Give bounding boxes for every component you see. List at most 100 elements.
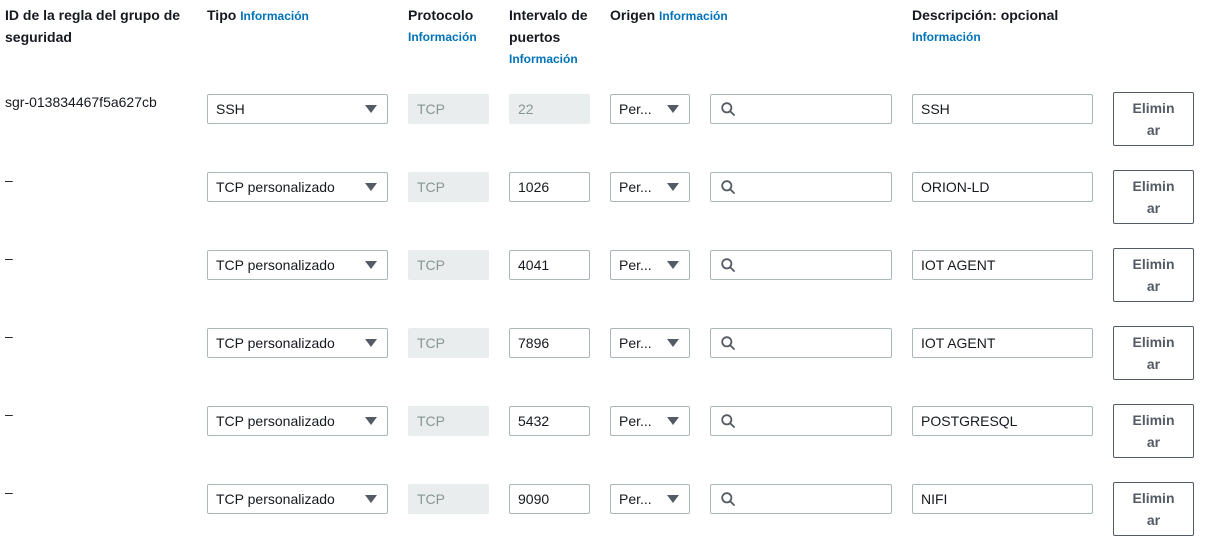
protocol-info-link[interactable]: Información — [408, 26, 498, 48]
source-info-link[interactable]: Información — [659, 9, 728, 23]
type-select-value: TCP personalizado — [216, 257, 335, 273]
type-select[interactable]: TCP personalizado — [207, 406, 388, 436]
rule-id: – — [5, 406, 13, 422]
protocol-value: TCP — [417, 491, 445, 507]
source-select[interactable]: Per... — [610, 250, 690, 280]
delete-rule-label: Eliminar — [1132, 334, 1175, 372]
source-select[interactable]: Per... — [610, 172, 690, 202]
table-row: – TCP personalizado TCP 4041 Per... IOT AGENT… — [0, 248, 1205, 304]
type-select-value: SSH — [216, 101, 245, 117]
search-icon — [721, 180, 735, 194]
search-icon — [721, 336, 735, 350]
description-input[interactable]: IOT AGENT — [912, 250, 1093, 280]
delete-rule-label: Eliminar — [1132, 256, 1175, 294]
header-source-label: Origen — [610, 7, 656, 23]
type-select[interactable]: TCP personalizado — [207, 328, 388, 358]
port-range-input: 22 — [509, 94, 590, 124]
chevron-down-icon — [365, 417, 377, 425]
rule-id: – — [5, 172, 13, 188]
header-port-range-label: Intervalo de puertos — [509, 7, 588, 45]
delete-rule-label: Eliminar — [1132, 100, 1175, 138]
delete-rule-label: Eliminar — [1132, 412, 1175, 450]
description-input[interactable]: IOT AGENT — [912, 328, 1093, 358]
port-range-input[interactable]: 5432 — [509, 406, 590, 436]
chevron-down-icon — [667, 417, 679, 425]
type-select[interactable]: TCP personalizado — [207, 484, 388, 514]
table-row: sgr-013834467f5a627cb SSH TCP 22 Per... SSH El… — [0, 92, 1205, 148]
chevron-down-icon — [667, 495, 679, 503]
search-icon — [721, 258, 735, 272]
port-range-value: 1026 — [518, 179, 550, 195]
chevron-down-icon — [667, 105, 679, 113]
header-protocol: Protocolo Información — [408, 4, 498, 48]
delete-rule-button[interactable]: Eliminar — [1113, 482, 1194, 536]
delete-rule-button[interactable]: Eliminar — [1113, 170, 1194, 224]
description-value: IOT AGENT — [921, 257, 996, 273]
description-input[interactable]: NIFI — [912, 484, 1093, 514]
protocol-field: TCP — [408, 250, 489, 280]
description-value: NIFI — [921, 491, 948, 507]
protocol-field: TCP — [408, 172, 489, 202]
source-select-value: Per... — [619, 257, 652, 273]
type-select-value: TCP personalizado — [216, 413, 335, 429]
header-rule-id: ID de la regla del grupo de seguridad — [5, 4, 190, 48]
description-input[interactable]: POSTGRESQL — [912, 406, 1093, 436]
chevron-down-icon — [667, 339, 679, 347]
delete-rule-button[interactable]: Eliminar — [1113, 326, 1194, 380]
type-select[interactable]: TCP personalizado — [207, 172, 388, 202]
source-select[interactable]: Per... — [610, 406, 690, 436]
rule-id: sgr-013834467f5a627cb — [5, 94, 157, 110]
source-search-input[interactable] — [710, 328, 892, 358]
source-select-value: Per... — [619, 335, 652, 351]
description-input[interactable]: ORION-LD — [912, 172, 1093, 202]
port-range-value: 9090 — [518, 491, 550, 507]
port-range-input[interactable]: 7896 — [509, 328, 590, 358]
protocol-value: TCP — [417, 413, 445, 429]
type-select-value: TCP personalizado — [216, 491, 335, 507]
source-select-value: Per... — [619, 413, 652, 429]
chevron-down-icon — [365, 495, 377, 503]
rule-id: – — [5, 328, 13, 344]
table-row: – TCP personalizado TCP 7896 Per... IOT AGENT… — [0, 326, 1205, 382]
search-icon — [721, 102, 735, 116]
type-select[interactable]: TCP personalizado — [207, 250, 388, 280]
source-search-input[interactable] — [710, 172, 892, 202]
source-select[interactable]: Per... — [610, 484, 690, 514]
description-input[interactable]: SSH — [912, 94, 1093, 124]
table-row: – TCP personalizado TCP 9090 Per... NIFI Elimi… — [0, 482, 1205, 538]
source-search-input[interactable] — [710, 94, 892, 124]
header-type: Tipo Información — [207, 4, 397, 27]
type-select-value: TCP personalizado — [216, 335, 335, 351]
source-select[interactable]: Per... — [610, 328, 690, 358]
source-search-input[interactable] — [710, 484, 892, 514]
delete-rule-label: Eliminar — [1132, 178, 1175, 216]
rule-id: – — [5, 484, 13, 500]
search-icon — [721, 492, 735, 506]
port-range-input[interactable]: 1026 — [509, 172, 590, 202]
description-info-link[interactable]: Información — [912, 26, 1102, 48]
source-search-input[interactable] — [710, 406, 892, 436]
port-range-value: 22 — [518, 101, 534, 117]
search-icon — [721, 414, 735, 428]
port-range-input[interactable]: 4041 — [509, 250, 590, 280]
port-range-input[interactable]: 9090 — [509, 484, 590, 514]
source-select[interactable]: Per... — [610, 94, 690, 124]
chevron-down-icon — [365, 339, 377, 347]
delete-rule-button[interactable]: Eliminar — [1113, 248, 1194, 302]
type-info-link[interactable]: Información — [240, 9, 309, 23]
chevron-down-icon — [365, 183, 377, 191]
delete-rule-button[interactable]: Eliminar — [1113, 404, 1194, 458]
delete-rule-button[interactable]: Eliminar — [1113, 92, 1194, 146]
description-value: IOT AGENT — [921, 335, 996, 351]
source-select-value: Per... — [619, 179, 652, 195]
header-description: Descripción: opcional Información — [912, 4, 1102, 48]
description-value: ORION-LD — [921, 179, 990, 195]
rule-id: – — [5, 250, 13, 266]
port-range-info-link[interactable]: Información — [509, 48, 601, 70]
source-search-input[interactable] — [710, 250, 892, 280]
port-range-value: 5432 — [518, 413, 550, 429]
delete-rule-label: Eliminar — [1132, 490, 1175, 528]
header-protocol-label: Protocolo — [408, 7, 474, 23]
type-select[interactable]: SSH — [207, 94, 388, 124]
chevron-down-icon — [365, 105, 377, 113]
